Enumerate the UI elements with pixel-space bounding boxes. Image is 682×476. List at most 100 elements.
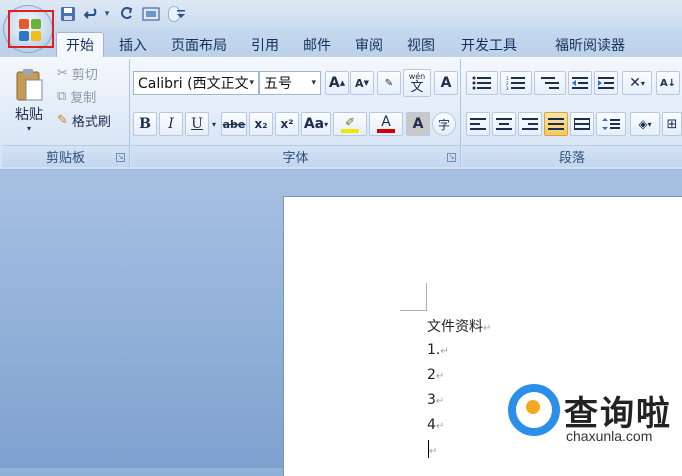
watermark-logo: 查询啦 chaxunla.com (508, 384, 682, 468)
copy-label: 复制 (70, 90, 97, 106)
underline-dropdown-icon[interactable]: ▾ (209, 112, 219, 136)
undo-dropdown-icon[interactable]: ▾ (102, 4, 112, 24)
print-preview-icon[interactable] (140, 4, 162, 24)
underline-button[interactable]: U (185, 112, 209, 136)
grow-font-button[interactable]: A ▲ (325, 71, 349, 95)
tab-home[interactable]: 开始 (56, 32, 104, 57)
format-painter-button[interactable]: ✎ 格式刷 (56, 109, 128, 131)
document-line[interactable]: ↵ (429, 442, 437, 458)
subscript-button[interactable]: x₂ (249, 112, 273, 136)
font-color-letter: A (381, 114, 391, 130)
copy-icon: ⧉ (57, 88, 67, 104)
borders-button[interactable]: ⊞ (662, 112, 682, 136)
ribbon-tabs: 开始 插入 页面布局 引用 邮件 审阅 视图 开发工具 福昕阅读器 (0, 29, 682, 57)
tab-review[interactable]: 审阅 (346, 32, 392, 57)
font-group: Calibri (西文正文 ▾ 五号 ▾ A ▲ A ▼ ✎ wén 文 A B I U… (131, 59, 461, 167)
phonetic-guide-button[interactable]: wén 文 (403, 69, 431, 97)
text-highlight-button[interactable]: ✐ (333, 112, 367, 136)
font-color-bar (377, 129, 395, 133)
clear-formatting-button[interactable]: ✎ (377, 71, 401, 95)
sort-icon: A↓ (659, 77, 677, 89)
watermark-domain: chaxunla.com (566, 428, 653, 444)
align-left-icon (470, 118, 486, 130)
highlighter-icon: ✐ (344, 115, 356, 129)
justify-icon (548, 118, 564, 130)
save-icon[interactable] (58, 4, 78, 24)
cut-button[interactable]: ✂ 剪切 (56, 63, 126, 83)
paste-label: 粘贴 (15, 106, 43, 123)
tab-foxit-reader[interactable]: 福昕阅读器 (534, 32, 646, 57)
increase-indent-icon (598, 77, 614, 89)
superscript-button[interactable]: x² (275, 112, 299, 136)
font-size-box[interactable]: 五号 ▾ (259, 71, 321, 95)
tab-insert[interactable]: 插入 (110, 32, 156, 57)
copy-button[interactable]: ⧉ 复制 (56, 86, 126, 106)
multilevel-list-icon (541, 77, 559, 89)
tab-developer[interactable]: 开发工具 (450, 32, 528, 57)
undo-icon[interactable] (82, 4, 102, 24)
strikethrough-button[interactable]: abe (221, 112, 247, 136)
distributed-button[interactable] (570, 112, 594, 136)
numbering-button[interactable]: 123 (500, 71, 532, 95)
character-shading-button[interactable]: A (406, 112, 430, 136)
highlight-color-bar (341, 129, 359, 133)
redo-icon[interactable] (116, 4, 136, 24)
sort-button[interactable]: A↓ (656, 71, 680, 95)
clipboard-group-label: 剪贴板 (2, 145, 129, 167)
bullets-icon (472, 76, 491, 90)
brush-icon: ✎ (57, 112, 68, 128)
chinese-layout-icon: ✕ (629, 75, 641, 91)
font-size-dropdown-icon: ▾ (311, 78, 316, 88)
document-line[interactable]: 3↵ (427, 392, 444, 408)
enclose-characters-button[interactable]: 字 (432, 112, 456, 136)
document-line[interactable]: 4↵ (427, 417, 444, 433)
font-name-dropdown-icon: ▾ (249, 78, 254, 88)
paste-dropdown-icon: ▾ (26, 123, 31, 133)
align-right-icon (522, 118, 538, 130)
document-line[interactable]: 文件资料↵ (427, 316, 491, 336)
font-color-button[interactable]: A (369, 112, 403, 136)
character-border-button[interactable]: A (434, 71, 458, 95)
multilevel-list-button[interactable] (534, 71, 566, 95)
scissors-icon: ✂ (57, 65, 68, 81)
italic-button[interactable]: I (159, 112, 183, 136)
numbering-icon: 123 (506, 76, 525, 90)
tab-view[interactable]: 视图 (398, 32, 444, 57)
ribbon: 粘贴 ▾ ✂ 剪切 ⧉ 复制 ✎ 格式刷 剪贴板 ↘ Calibri (西文正文 ▾ 五… (0, 57, 682, 170)
customize-quick-access-icon[interactable] (174, 4, 188, 24)
paragraph-group-label: 段落 (462, 145, 682, 167)
font-size-value: 五号 (264, 76, 292, 92)
line-spacing-button[interactable] (596, 112, 626, 136)
clear-format-icon: ✎ (384, 77, 394, 89)
document-line[interactable]: 2↵ (427, 367, 444, 383)
decrease-indent-button[interactable] (568, 71, 592, 95)
clipboard-dialog-launcher-icon[interactable]: ↘ (116, 153, 125, 162)
justify-button[interactable] (544, 112, 568, 136)
align-right-button[interactable] (518, 112, 542, 136)
cut-label: 剪切 (71, 67, 98, 83)
shading-button[interactable]: ◈ ▾ (630, 112, 660, 136)
bullets-button[interactable] (466, 71, 498, 95)
margin-marker (426, 283, 427, 311)
align-center-button[interactable] (492, 112, 516, 136)
shrink-font-button[interactable]: A ▼ (350, 71, 374, 95)
paragraph-group: 123 ✕ ▾ A↓ ◈ ▾ ⊞ 段落 (462, 59, 682, 167)
font-dialog-launcher-icon[interactable]: ↘ (447, 153, 456, 162)
tab-references[interactable]: 引用 (242, 32, 288, 57)
font-group-label: 字体 (131, 145, 460, 167)
tab-page-layout[interactable]: 页面布局 (162, 32, 236, 57)
document-line[interactable]: 1.↵ (427, 342, 449, 358)
clipboard-group: 粘贴 ▾ ✂ 剪切 ⧉ 复制 ✎ 格式刷 剪贴板 ↘ (2, 59, 130, 167)
bold-button[interactable]: B (133, 112, 157, 136)
line-spacing-icon (602, 118, 620, 130)
chinese-layout-button[interactable]: ✕ ▾ (622, 71, 652, 95)
format-painter-label: 格式刷 (71, 114, 111, 130)
font-name-box[interactable]: Calibri (西文正文 ▾ (133, 71, 259, 95)
tab-mailings[interactable]: 邮件 (294, 32, 340, 57)
align-left-button[interactable] (466, 112, 490, 136)
margin-marker (400, 310, 427, 311)
paste-button[interactable]: 粘贴 ▾ (6, 63, 52, 137)
increase-indent-button[interactable] (594, 71, 618, 95)
change-case-button[interactable]: Aa ▾ (301, 112, 331, 136)
svg-text:3: 3 (506, 86, 509, 90)
